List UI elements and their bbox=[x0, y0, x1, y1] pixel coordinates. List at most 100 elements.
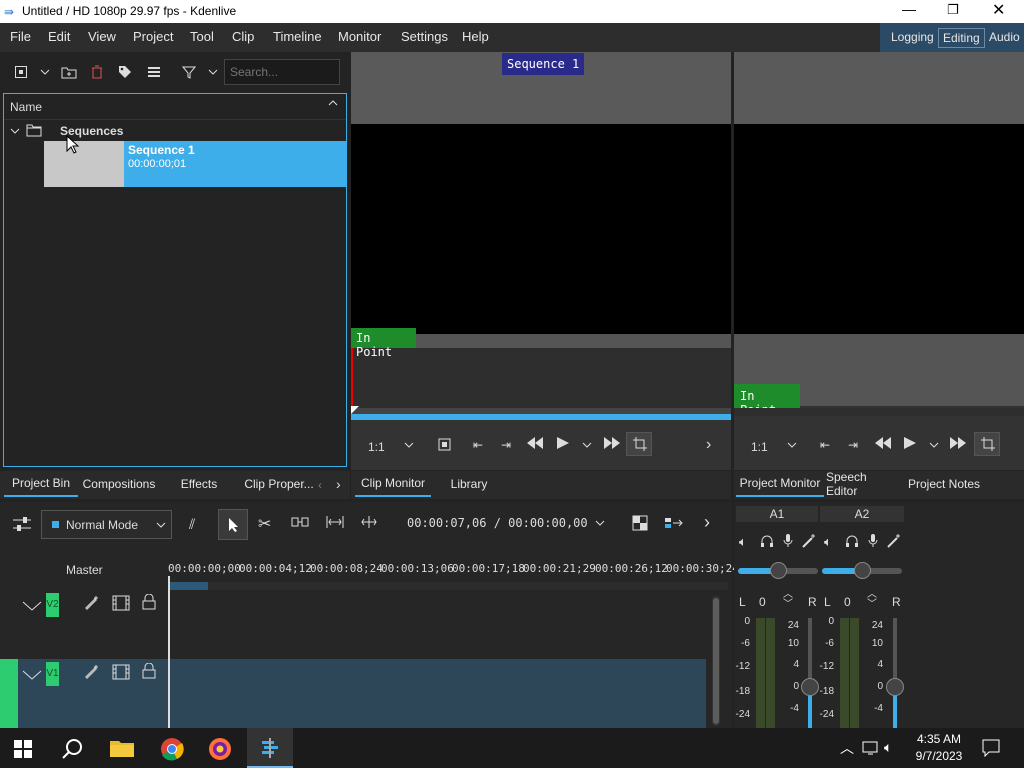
a2-spin-icon[interactable]: ︿ ﹀ bbox=[867, 590, 877, 610]
set-out-icon[interactable]: ⇥ bbox=[501, 438, 511, 452]
a2-pan-slider[interactable] bbox=[822, 562, 902, 579]
layout-editing[interactable]: Editing bbox=[938, 28, 985, 48]
maximize-button[interactable]: ❐ bbox=[947, 2, 959, 18]
spacer-icon[interactable] bbox=[291, 515, 309, 529]
tab-project-notes[interactable]: Project Notes bbox=[906, 471, 982, 497]
menu-monitor[interactable]: Monitor bbox=[338, 29, 381, 44]
filter-icon[interactable] bbox=[178, 61, 200, 83]
toolbar-more-chevron-right-icon[interactable]: › bbox=[704, 512, 710, 533]
sort-chevron-up-icon[interactable] bbox=[328, 98, 338, 108]
menu-file[interactable]: File bbox=[10, 29, 31, 44]
pm-crop-toggle[interactable] bbox=[974, 432, 1000, 456]
pm-fast-forward-icon[interactable] bbox=[950, 437, 966, 449]
menu-tool[interactable]: Tool bbox=[190, 29, 214, 44]
search-input[interactable] bbox=[224, 59, 340, 85]
pm-set-out-icon[interactable]: ⇥ bbox=[848, 438, 858, 452]
zoom-chevron-down-icon[interactable] bbox=[404, 440, 414, 450]
playhead-marker-icon[interactable] bbox=[351, 406, 361, 414]
tab-library[interactable]: Library bbox=[435, 471, 503, 497]
set-in-icon[interactable]: ⇤ bbox=[473, 438, 483, 452]
collapse-chevron-icon[interactable] bbox=[22, 600, 42, 612]
multicam-icon[interactable]: ⫽ bbox=[189, 516, 195, 533]
clip-zoom-select[interactable]: 1:1 bbox=[368, 440, 385, 454]
razor-icon[interactable]: ✂ bbox=[258, 514, 271, 534]
zone-marker[interactable] bbox=[170, 582, 208, 590]
clip-row[interactable]: Sequence 1 00:00:00;01 bbox=[44, 141, 346, 187]
a1-volume-slider[interactable] bbox=[801, 618, 819, 728]
kdenlive-taskbar-button[interactable] bbox=[247, 728, 293, 768]
a2-pan-handle[interactable] bbox=[854, 562, 871, 579]
edit-mode-select[interactable]: Normal Mode bbox=[41, 510, 172, 539]
fast-forward-icon[interactable] bbox=[604, 437, 620, 449]
search-icon[interactable] bbox=[62, 738, 84, 760]
track-v2-tag[interactable]: V2 bbox=[46, 593, 59, 617]
tab-speech-editor[interactable]: Speech Editor bbox=[826, 470, 896, 498]
crop-toggle[interactable] bbox=[626, 432, 652, 456]
taskbar-time[interactable]: 4:35 AM bbox=[909, 732, 969, 746]
network-icon[interactable] bbox=[862, 740, 880, 756]
layout-audio[interactable]: Audio bbox=[985, 28, 1024, 48]
pm-play-icon[interactable] bbox=[904, 437, 916, 449]
tab-compositions[interactable]: Compositions bbox=[80, 471, 158, 497]
windows-start-icon[interactable] bbox=[14, 740, 32, 758]
name-column-header[interactable]: Name bbox=[10, 100, 42, 114]
file-explorer-icon[interactable] bbox=[110, 739, 134, 757]
pm-ruler[interactable] bbox=[734, 408, 1024, 416]
menu-clip[interactable]: Clip bbox=[232, 29, 254, 44]
pm-zoom-select[interactable]: 1:1 bbox=[751, 440, 768, 454]
fit-frame-icon[interactable] bbox=[438, 438, 451, 451]
chrome-icon[interactable] bbox=[160, 737, 184, 761]
pm-zoom-chevron-down-icon[interactable] bbox=[787, 440, 797, 450]
taskbar-date[interactable]: 9/7/2023 bbox=[909, 749, 969, 763]
play-chevron-down-icon[interactable] bbox=[582, 440, 592, 450]
slip-icon[interactable] bbox=[360, 515, 378, 529]
tab-project-monitor[interactable]: Project Monitor bbox=[736, 471, 824, 497]
filter-chevron-down-icon[interactable] bbox=[202, 61, 224, 83]
a1-pan-slider[interactable] bbox=[738, 562, 818, 579]
delete-icon[interactable] bbox=[86, 61, 108, 83]
insert-track-icon[interactable] bbox=[664, 516, 684, 530]
a1-effects-icon[interactable] bbox=[802, 534, 816, 548]
a2-headphones-icon[interactable] bbox=[845, 534, 859, 548]
track-v1-tag[interactable]: V1 bbox=[46, 662, 59, 686]
project-monitor-video[interactable] bbox=[734, 124, 1024, 334]
a1-mic-icon[interactable] bbox=[783, 533, 793, 549]
tab-clip-properties[interactable]: Clip Proper... bbox=[240, 471, 318, 497]
track-v1-active-bar[interactable] bbox=[0, 659, 18, 728]
menu-project[interactable]: Project bbox=[133, 29, 173, 44]
timeline-vscroll[interactable] bbox=[712, 596, 720, 726]
add-clip-icon[interactable] bbox=[10, 61, 32, 83]
menu-icon[interactable] bbox=[143, 61, 165, 83]
track-lane-v1[interactable] bbox=[170, 659, 706, 728]
master-label[interactable]: Master bbox=[66, 563, 103, 577]
a2-volume-handle[interactable] bbox=[886, 678, 904, 696]
effects-wand-icon[interactable] bbox=[84, 664, 100, 680]
pm-play-chevron-down-icon[interactable] bbox=[929, 440, 939, 450]
a1-pan-handle[interactable] bbox=[770, 562, 787, 579]
track-lane-v2[interactable] bbox=[170, 590, 706, 657]
clip-zone-bar[interactable] bbox=[351, 414, 731, 420]
menu-edit[interactable]: Edit bbox=[48, 29, 70, 44]
layout-logging[interactable]: Logging bbox=[887, 28, 938, 48]
volume-muted-icon[interactable]: 🔈︎ bbox=[884, 739, 892, 756]
timeline-vscroll-thumb[interactable] bbox=[713, 598, 719, 724]
menu-timeline[interactable]: Timeline bbox=[273, 29, 322, 44]
collapse-chevron-icon[interactable] bbox=[22, 669, 42, 681]
rewind-icon[interactable] bbox=[527, 437, 543, 449]
timeline-timecode[interactable]: 00:00:07,06 / 00:00:00,00 bbox=[407, 516, 588, 530]
timecode-chevron-down-icon[interactable] bbox=[595, 518, 605, 528]
tag-icon[interactable] bbox=[114, 61, 136, 83]
expand-chevron-icon[interactable] bbox=[10, 126, 20, 136]
timeline-settings-icon[interactable] bbox=[12, 516, 32, 532]
more-chevron-right-icon[interactable]: › bbox=[706, 436, 711, 454]
a2-mute-icon[interactable]: 🔈︎ bbox=[824, 534, 832, 550]
bin-tree[interactable]: Name Sequences Sequence 1 00:00:00;01 bbox=[3, 93, 347, 467]
timeline-ruler[interactable]: 00:00:00;00 00:00:04;12 00:00:08;24 00:0… bbox=[168, 546, 739, 590]
notifications-icon[interactable] bbox=[982, 739, 1000, 757]
pm-rewind-icon[interactable] bbox=[875, 437, 891, 449]
a2-effects-icon[interactable] bbox=[887, 534, 901, 548]
a2-volume-slider[interactable] bbox=[886, 618, 904, 728]
firefox-icon[interactable] bbox=[208, 737, 232, 761]
effects-wand-icon[interactable] bbox=[84, 595, 100, 611]
tab-project-bin[interactable]: Project Bin bbox=[4, 471, 78, 497]
